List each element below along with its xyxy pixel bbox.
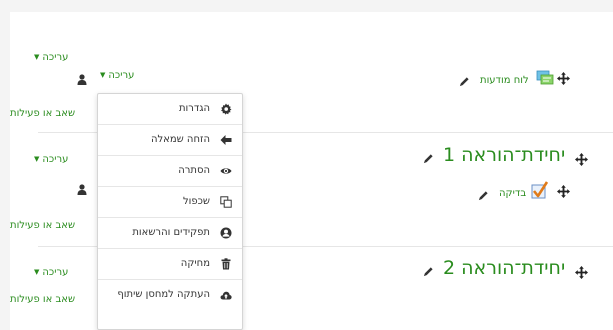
menu-item-roles-permissions[interactable]: תפקידים והרשאות xyxy=(98,218,242,249)
menu-item-indent-left[interactable]: הזחה שמאלה xyxy=(98,125,242,156)
activity-link-assignment[interactable]: בדיקה xyxy=(499,188,526,199)
assignment-icon xyxy=(531,181,549,199)
eye-icon xyxy=(220,168,232,174)
menu-item-hide[interactable]: הסתרה xyxy=(98,156,242,187)
activity-edit-dropdown: הגדרות הזחה שמאלה הסתרה שכפול תפקידים וה… xyxy=(97,93,243,330)
caret-down-icon: ▼ xyxy=(34,53,40,61)
menu-item-label: מחיקה xyxy=(180,258,210,269)
move-icon[interactable] xyxy=(575,153,588,166)
caret-down-icon: ▼ xyxy=(34,268,40,276)
user-icon xyxy=(77,184,87,195)
menu-item-delete[interactable]: מחיקה xyxy=(98,249,242,280)
menu-item-settings[interactable]: הגדרות xyxy=(98,94,242,125)
section1-edit-menu-toggle[interactable]: עריכה▼ xyxy=(34,154,68,165)
menu-item-copy-to-sharing-cart[interactable]: העתקה למחסן שיתוף xyxy=(98,280,242,311)
pencil-icon[interactable] xyxy=(423,153,434,164)
gear-icon xyxy=(221,103,232,115)
edit-label: עריכה xyxy=(108,70,135,81)
menu-item-label: שכפול xyxy=(182,196,210,207)
pencil-icon[interactable] xyxy=(423,266,434,277)
section-edit-menu-toggle[interactable]: עריכה▼ xyxy=(34,52,68,63)
move-icon[interactable] xyxy=(557,72,570,85)
menu-item-label: הסתרה xyxy=(178,165,210,176)
pencil-icon[interactable] xyxy=(478,190,489,201)
pencil-icon[interactable] xyxy=(459,76,470,87)
section2-edit-menu-toggle[interactable]: עריכה▼ xyxy=(34,267,68,278)
duplicate-icon xyxy=(220,196,232,208)
activity-link-forum[interactable]: לוח מודעות xyxy=(480,75,529,86)
section2-title[interactable]: יחידת־הוראה 2 xyxy=(443,257,565,279)
caret-down-icon: ▼ xyxy=(100,71,106,79)
menu-item-label: הזחה שמאלה xyxy=(150,134,210,145)
edit-label: עריכה xyxy=(42,52,69,63)
activity-edit-menu-toggle[interactable]: עריכה▼ xyxy=(100,70,134,81)
menu-item-duplicate[interactable]: שכפול xyxy=(98,187,242,218)
menu-item-label: תפקידים והרשאות xyxy=(132,227,210,238)
move-icon[interactable] xyxy=(575,266,588,279)
cloud-upload-icon xyxy=(220,291,232,300)
trash-icon xyxy=(221,258,231,270)
arrow-left-icon xyxy=(220,135,232,145)
course-page: עריכה▼ עריכה▼ שאב או פעילות לוח מודעות ע… xyxy=(10,12,613,330)
add-activity-link[interactable]: שאב או פעילות xyxy=(10,108,75,119)
add-activity-link[interactable]: שאב או פעילות xyxy=(10,220,75,231)
forum-icon xyxy=(536,70,554,85)
user-icon xyxy=(77,74,87,85)
menu-item-label: העתקה למחסן שיתוף xyxy=(117,289,210,300)
edit-label: עריכה xyxy=(42,267,69,278)
user-circle-icon xyxy=(220,227,232,239)
move-icon[interactable] xyxy=(557,185,570,198)
caret-down-icon: ▼ xyxy=(34,155,40,163)
section1-title[interactable]: יחידת־הוראה 1 xyxy=(443,144,565,166)
menu-item-label: הגדרות xyxy=(178,103,210,114)
edit-label: עריכה xyxy=(42,154,69,165)
add-activity-link[interactable]: שאב או פעילות xyxy=(10,294,75,305)
